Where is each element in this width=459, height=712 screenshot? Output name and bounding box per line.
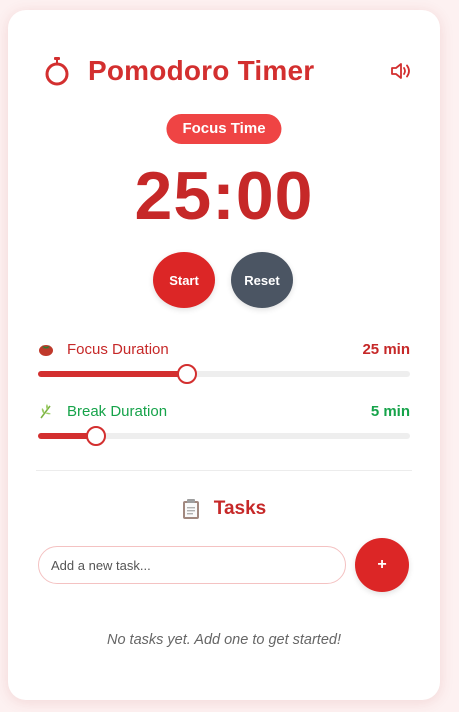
start-button[interactable]: Start: [153, 252, 215, 308]
herb-icon: [40, 404, 51, 419]
mode-badge: Focus Time: [166, 114, 282, 144]
pomodoro-card: Pomodoro Timer Focus Time 25:00 Start Re…: [8, 10, 440, 700]
stopwatch-icon: [45, 57, 69, 86]
speaker-icon[interactable]: [390, 62, 412, 80]
break-slider-thumb[interactable]: [85, 426, 106, 446]
break-duration-value: 5 min: [370, 403, 410, 420]
app-header: Pomodoro Timer: [44, 54, 314, 88]
tomato-icon: [39, 345, 53, 356]
break-duration-label: Break Duration: [67, 403, 168, 420]
focus-duration-row: Focus Duration 25 min: [38, 340, 410, 360]
tasks-header: Tasks: [8, 498, 440, 520]
tasks-title: Tasks: [213, 498, 267, 519]
timer-display: 25:00: [134, 158, 314, 234]
focus-duration-slider[interactable]: [38, 364, 410, 384]
new-task-input[interactable]: [38, 546, 346, 584]
focus-duration-label: Focus Duration: [67, 341, 169, 358]
clipboard-icon: [182, 499, 199, 519]
break-duration-row: Break Duration 5 min: [38, 402, 410, 422]
section-divider: [36, 470, 412, 471]
focus-slider-thumb[interactable]: [176, 364, 197, 384]
empty-tasks-message: No tasks yet. Add one to get started!: [106, 632, 341, 648]
add-task-button[interactable]: +: [355, 538, 409, 592]
focus-duration-value: 25 min: [362, 341, 410, 358]
break-duration-slider[interactable]: [38, 426, 410, 446]
focus-slider-fill: [38, 371, 187, 377]
app-title: Pomodoro Timer: [88, 55, 315, 86]
reset-button[interactable]: Reset: [231, 252, 293, 308]
